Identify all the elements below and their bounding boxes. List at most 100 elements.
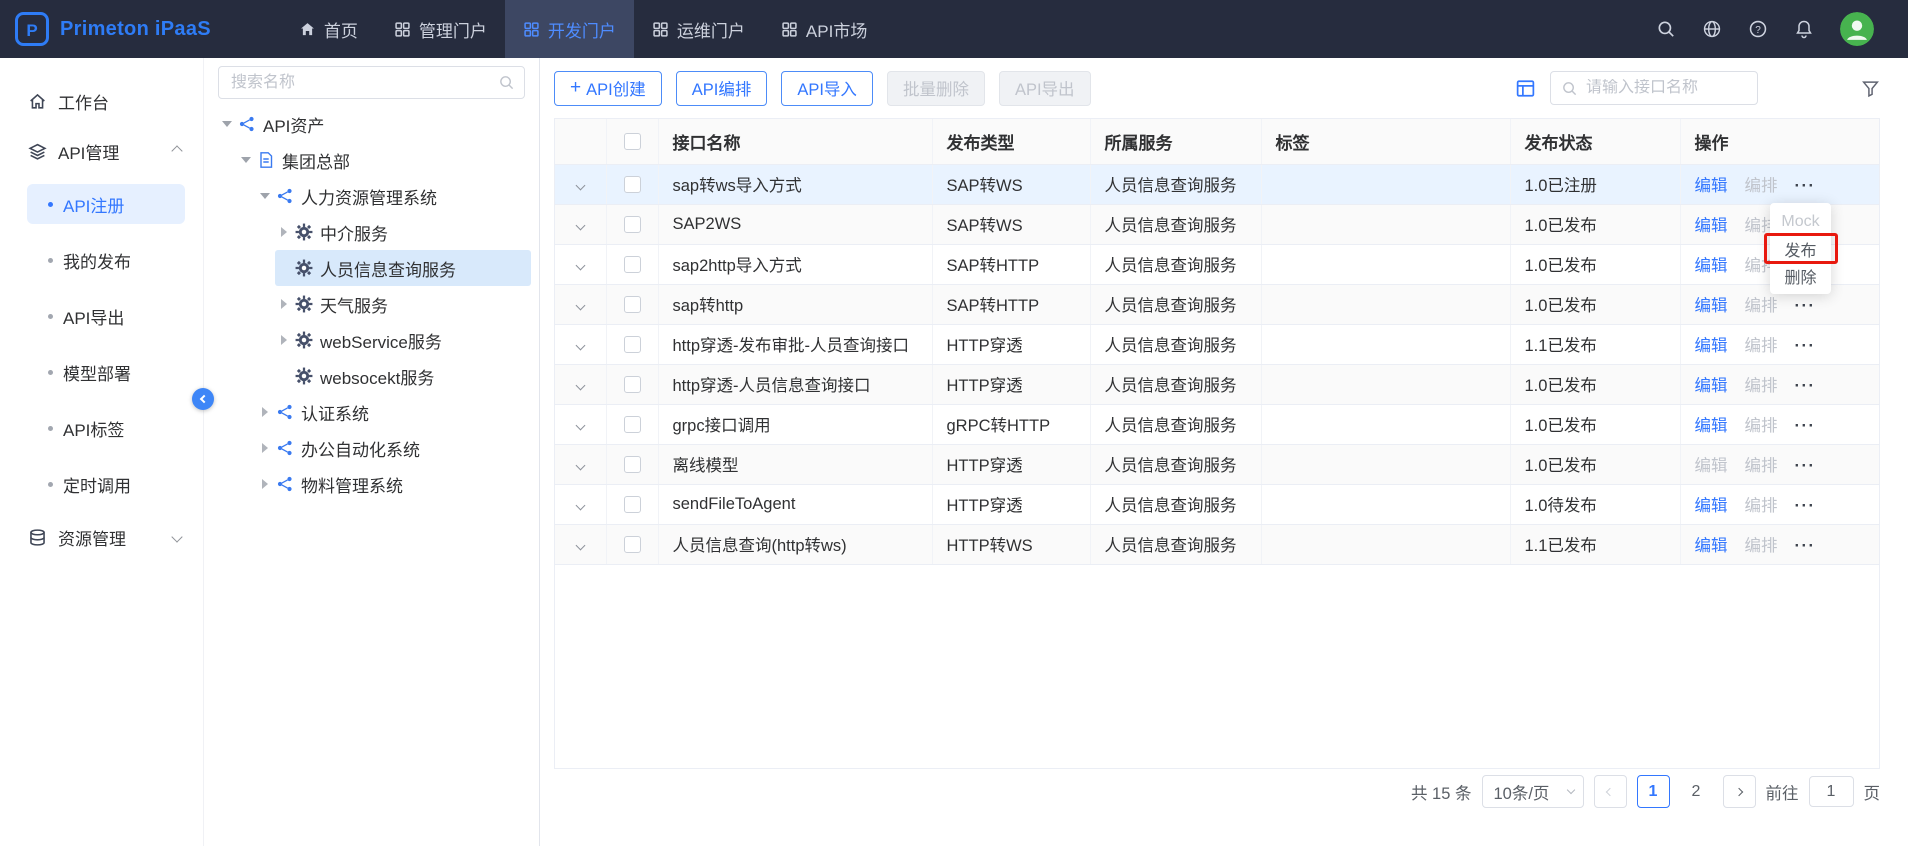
nav-ops-portal[interactable]: 运维门户 xyxy=(634,0,763,58)
orchestrate-link[interactable]: 编排 xyxy=(1745,497,1778,515)
sidebar-collapse-button[interactable] xyxy=(192,388,214,410)
select-all-checkbox[interactable] xyxy=(624,133,641,150)
row-expand-chevron[interactable] xyxy=(575,220,585,230)
nav-api-market[interactable]: API市场 xyxy=(763,0,885,58)
tree-node-personnel-info-service[interactable]: 人员信息查询服务 xyxy=(275,250,531,286)
expand-arrow-icon[interactable] xyxy=(281,335,287,345)
sidebar-item-api-export[interactable]: API导出 xyxy=(0,288,203,344)
api-import-button[interactable]: API导入 xyxy=(781,71,873,106)
expand-arrow-icon[interactable] xyxy=(241,157,251,163)
help-icon[interactable]: ? xyxy=(1748,19,1768,39)
expand-arrow-icon[interactable] xyxy=(260,193,270,199)
row-checkbox[interactable] xyxy=(624,456,641,473)
menu-item-publish[interactable]: 发布 xyxy=(1770,235,1831,262)
more-actions-button[interactable]: ··· xyxy=(1795,337,1816,355)
display-settings-icon[interactable] xyxy=(1515,78,1536,99)
expand-arrow-icon[interactable] xyxy=(262,407,268,417)
search-icon[interactable] xyxy=(1656,19,1676,39)
sidebar-item-api-register[interactable]: API注册 xyxy=(0,176,203,232)
edit-link[interactable]: 编辑 xyxy=(1695,537,1728,555)
api-search-input[interactable] xyxy=(1586,79,1747,97)
row-checkbox[interactable] xyxy=(624,496,641,513)
row-expand-chevron[interactable] xyxy=(575,500,585,510)
row-checkbox[interactable] xyxy=(624,376,641,393)
tree-node-material-system[interactable]: 物料管理系统 xyxy=(256,466,531,502)
expand-arrow-icon[interactable] xyxy=(281,299,287,309)
orchestrate-link[interactable]: 编排 xyxy=(1745,297,1778,315)
tree-node-group-hq[interactable]: 集团总部 xyxy=(237,142,531,178)
brand[interactable]: P Primeton iPaaS xyxy=(0,11,211,47)
page-2-button[interactable]: 2 xyxy=(1680,775,1713,808)
globe-icon[interactable] xyxy=(1702,19,1722,39)
edit-link[interactable]: 编辑 xyxy=(1695,177,1728,195)
table-row[interactable]: 人员信息查询(http转ws) HTTP转WS 人员信息查询服务 1.1已发布 … xyxy=(555,524,1879,564)
row-checkbox[interactable] xyxy=(624,416,641,433)
goto-page-input[interactable] xyxy=(1809,776,1854,807)
row-checkbox[interactable] xyxy=(624,536,641,553)
edit-link[interactable]: 编辑 xyxy=(1695,497,1728,515)
row-expand-chevron[interactable] xyxy=(575,460,585,470)
table-row[interactable]: sap转ws导入方式 SAP转WS 人员信息查询服务 1.0已注册 编辑编排··… xyxy=(555,164,1879,204)
tree-node-oa-system[interactable]: 办公自动化系统 xyxy=(256,430,531,466)
next-page-button[interactable] xyxy=(1723,775,1756,808)
edit-link[interactable]: 编辑 xyxy=(1695,297,1728,315)
sidebar-item-model-deploy[interactable]: 模型部署 xyxy=(0,344,203,400)
sidebar-item-api-tags[interactable]: API标签 xyxy=(0,400,203,456)
tree-node-api-assets[interactable]: API资产 xyxy=(218,106,531,142)
sidebar-item-workbench[interactable]: 工作台 xyxy=(0,76,203,126)
row-checkbox[interactable] xyxy=(624,336,641,353)
edit-link[interactable]: 编辑 xyxy=(1695,337,1728,355)
api-orchestrate-button[interactable]: API编排 xyxy=(676,71,768,106)
api-export-button[interactable]: API导出 xyxy=(999,71,1091,106)
more-actions-button[interactable]: ··· xyxy=(1795,377,1816,395)
row-expand-chevron[interactable] xyxy=(575,300,585,310)
more-actions-button[interactable]: ··· xyxy=(1795,177,1816,195)
table-row[interactable]: grpc接口调用 gRPC转HTTP 人员信息查询服务 1.0已发布 编辑编排·… xyxy=(555,404,1879,444)
tree-node-webservice-service[interactable]: webService服务 xyxy=(275,322,531,358)
edit-link[interactable]: 编辑 xyxy=(1695,457,1728,475)
bell-icon[interactable] xyxy=(1794,19,1814,39)
row-expand-chevron[interactable] xyxy=(575,420,585,430)
prev-page-button[interactable] xyxy=(1594,775,1627,808)
nav-home[interactable]: 首页 xyxy=(281,0,376,58)
more-actions-button[interactable]: ··· xyxy=(1795,417,1816,435)
page-1-button[interactable]: 1 xyxy=(1637,775,1670,808)
table-row[interactable]: sap转http SAP转HTTP 人员信息查询服务 1.0已发布 编辑编排··… xyxy=(555,284,1879,324)
more-actions-button[interactable]: ··· xyxy=(1795,537,1816,555)
tree-node-hr-system[interactable]: 人力资源管理系统 xyxy=(256,178,531,214)
row-expand-chevron[interactable] xyxy=(575,380,585,390)
expand-arrow-icon[interactable] xyxy=(222,121,232,127)
orchestrate-link[interactable]: 编排 xyxy=(1745,177,1778,195)
orchestrate-link[interactable]: 编排 xyxy=(1745,417,1778,435)
menu-item-delete[interactable]: 删除 xyxy=(1770,262,1831,289)
table-row[interactable]: 离线模型 HTTP穿透 人员信息查询服务 1.0已发布 编辑编排··· xyxy=(555,444,1879,484)
expand-arrow-icon[interactable] xyxy=(262,443,268,453)
more-actions-button[interactable]: ··· xyxy=(1795,297,1816,315)
edit-link[interactable]: 编辑 xyxy=(1695,217,1728,235)
row-checkbox[interactable] xyxy=(624,296,641,313)
tree-node-websocket-service[interactable]: websocekt服务 xyxy=(275,358,531,394)
sidebar-group-api-management[interactable]: API管理 xyxy=(0,126,203,176)
orchestrate-link[interactable]: 编排 xyxy=(1745,337,1778,355)
orchestrate-link[interactable]: 编排 xyxy=(1745,377,1778,395)
user-avatar[interactable] xyxy=(1840,12,1874,46)
tree-node-auth-system[interactable]: 认证系统 xyxy=(256,394,531,430)
more-actions-button[interactable]: ··· xyxy=(1795,497,1816,515)
menu-item-mock[interactable]: Mock xyxy=(1770,208,1831,235)
table-row[interactable]: SAP2WS SAP转WS 人员信息查询服务 1.0已发布 编辑编排··· xyxy=(555,204,1879,244)
row-checkbox[interactable] xyxy=(624,216,641,233)
page-size-select[interactable]: 10条/页 xyxy=(1482,775,1584,808)
orchestrate-link[interactable]: 编排 xyxy=(1745,457,1778,475)
batch-delete-button[interactable]: 批量删除 xyxy=(887,71,985,106)
sidebar-item-scheduled-call[interactable]: 定时调用 xyxy=(0,456,203,512)
row-expand-chevron[interactable] xyxy=(575,180,585,190)
api-create-button[interactable]: +API创建 xyxy=(554,71,662,106)
table-row[interactable]: sap2http导入方式 SAP转HTTP 人员信息查询服务 1.0已发布 编辑… xyxy=(555,244,1879,284)
row-checkbox[interactable] xyxy=(624,176,641,193)
row-checkbox[interactable] xyxy=(624,256,641,273)
search-icon[interactable] xyxy=(498,74,515,91)
expand-arrow-icon[interactable] xyxy=(281,227,287,237)
edit-link[interactable]: 编辑 xyxy=(1695,377,1728,395)
more-actions-button[interactable]: ··· xyxy=(1795,457,1816,475)
row-expand-chevron[interactable] xyxy=(575,540,585,550)
